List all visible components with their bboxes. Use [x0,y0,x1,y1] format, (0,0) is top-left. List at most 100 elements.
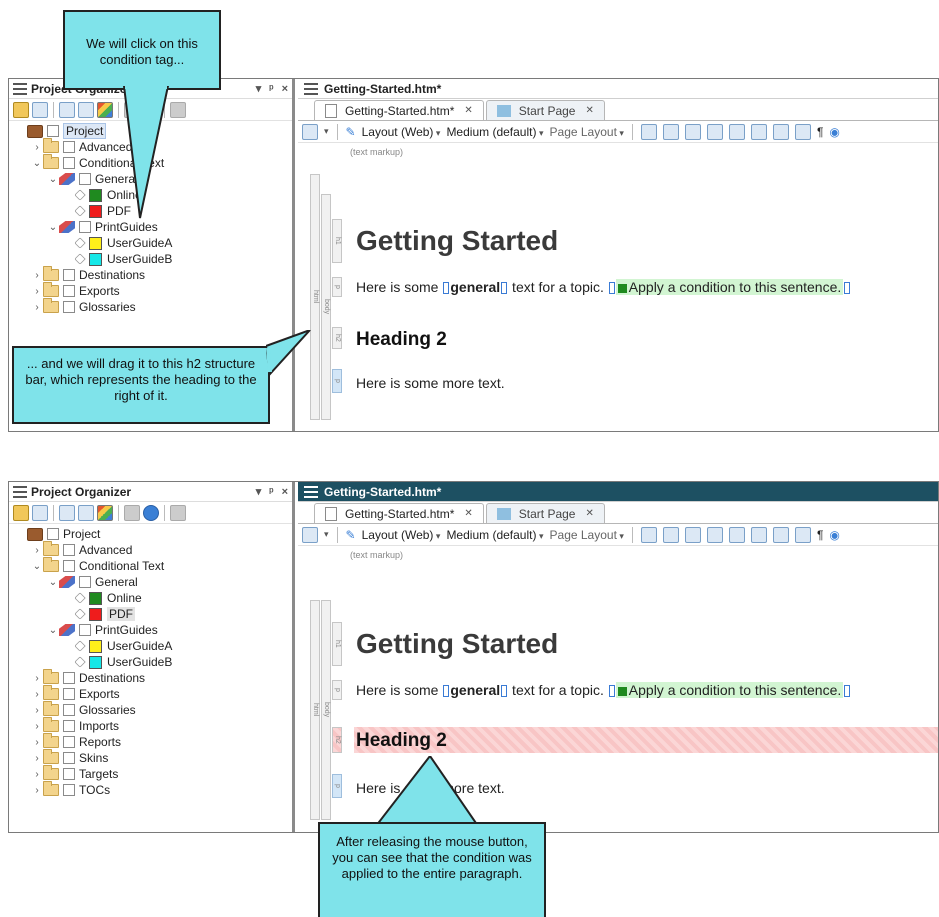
tab-getting-started[interactable]: Getting-Started.htm* ✕ [314,503,484,523]
span-start-marker[interactable] [443,685,450,698]
structure-bar-body[interactable]: body [321,194,331,420]
close-icon[interactable]: × [282,486,288,498]
checkbox[interactable] [79,624,91,636]
eye-icon[interactable]: ◉ [829,528,839,542]
condition-tag-icon[interactable] [772,526,789,543]
image-icon[interactable] [640,123,657,140]
checkbox[interactable] [63,784,75,796]
preview-icon[interactable] [302,526,318,543]
structure-bar-p[interactable]: p [332,774,342,798]
tree-item[interactable]: UserGuideA [9,638,292,654]
cross-reference-icon[interactable] [706,526,723,543]
condition-color-swatch[interactable] [89,188,102,202]
condition-color-swatch[interactable] [89,655,102,669]
tree-item[interactable]: › TOCs [9,781,292,798]
structure-bar-html[interactable]: html [310,174,320,420]
show-formatting-icon[interactable]: ¶ [817,528,823,542]
menu-icon[interactable] [13,82,27,95]
chevron-right-icon[interactable]: › [31,737,43,748]
checkbox[interactable] [79,221,91,233]
chevron-down-icon[interactable]: ⌄ [47,577,59,588]
tree-item[interactable]: › Targets [9,765,292,782]
checkbox[interactable] [47,125,59,137]
condition-color-swatch[interactable] [89,204,102,218]
tab-start-page[interactable]: Start Page ✕ [485,100,605,120]
add-item-icon[interactable] [59,504,75,521]
settings-icon[interactable] [124,504,140,521]
checkbox[interactable] [63,672,75,684]
media-icon[interactable] [684,123,701,140]
checkbox[interactable] [63,560,75,572]
checkbox[interactable] [63,269,75,281]
snippet-icon[interactable] [750,123,767,140]
chevron-down-icon[interactable]: ⌄ [47,174,59,185]
add-item-icon[interactable] [59,101,75,118]
close-icon[interactable]: × [282,83,288,95]
duplicate-icon[interactable] [78,101,94,118]
structure-bar-h1[interactable]: h1 [332,219,342,263]
condition-colors-icon[interactable] [97,101,113,118]
tree-item[interactable]: ⌄ General [9,574,292,590]
condition-color-swatch[interactable] [89,639,102,653]
page-layout-dropdown[interactable]: Page Layout [550,528,624,542]
variable-icon[interactable] [728,526,745,543]
image-edit-icon[interactable] [662,123,679,140]
show-tags-icon[interactable] [794,526,811,543]
refresh-icon[interactable] [143,504,159,521]
checkbox[interactable] [63,301,75,313]
chevron-down-icon[interactable]: ⌄ [47,222,59,233]
chevron-right-icon[interactable]: › [31,785,43,796]
variable-icon[interactable] [728,123,745,140]
layout-dropdown[interactable]: Layout (Web) [362,125,441,139]
tree-item[interactable]: Online [9,590,292,606]
chevron-down-icon[interactable]: ⌄ [31,158,43,169]
tree-item[interactable]: ⌄ PrintGuides [9,622,292,638]
pin-icon[interactable]: ᵖ [269,83,273,95]
close-tab-icon[interactable]: ✕ [585,508,593,519]
checkbox[interactable] [63,141,75,153]
tree-item[interactable]: › Imports [9,717,292,734]
condition-end-marker[interactable] [844,685,851,698]
checkbox[interactable] [63,285,75,297]
window-icon[interactable] [32,504,48,521]
structure-bar-h2[interactable]: h2 [332,327,342,349]
condition-end-marker[interactable] [844,282,851,295]
tree-item[interactable]: UserGuideB [9,251,292,267]
chevron-right-icon[interactable]: › [31,673,43,684]
open-folder-icon[interactable] [13,504,29,521]
structure-bar-h1[interactable]: h1 [332,622,342,666]
checkbox[interactable] [63,720,75,732]
dropdown-icon[interactable]: ▾ [256,485,262,498]
checkbox[interactable] [47,528,59,540]
chevron-right-icon[interactable]: › [31,302,43,313]
close-tab-icon[interactable]: ✕ [585,105,593,116]
chevron-right-icon[interactable]: › [31,545,43,556]
checkbox[interactable] [63,736,75,748]
heading-2[interactable]: Heading 2 [356,329,447,351]
tree-item[interactable]: › Advanced [9,541,292,558]
tab-start-page[interactable]: Start Page ✕ [485,503,605,523]
chevron-down-icon[interactable]: ⌄ [47,625,59,636]
tree-item[interactable]: › Exports [9,685,292,702]
checkbox[interactable] [79,173,91,185]
show-tags-icon[interactable] [794,123,811,140]
condition-start-marker[interactable] [608,685,615,698]
checkbox[interactable] [79,576,91,588]
tree-item[interactable]: › Skins [9,749,292,766]
media-icon[interactable] [684,526,701,543]
chevron-right-icon[interactable]: › [31,270,43,281]
tree-item[interactable]: › Destinations [9,266,292,283]
tree-item[interactable]: PDF [9,606,292,622]
open-folder-icon[interactable] [13,101,29,118]
condition-color-swatch[interactable] [89,591,102,605]
close-tab-icon[interactable]: ✕ [464,105,472,116]
checkbox[interactable] [63,768,75,780]
checkbox[interactable] [63,544,75,556]
chevron-right-icon[interactable]: › [31,769,43,780]
structure-bar-p[interactable]: p [332,277,342,297]
dropdown-icon[interactable]: ▾ [256,82,262,95]
paragraph-1[interactable]: Here is some general text for a topic. A… [356,682,851,698]
image-icon[interactable] [640,526,657,543]
tree-item[interactable]: UserGuideB [9,654,292,670]
tree-item[interactable]: › Exports [9,282,292,299]
